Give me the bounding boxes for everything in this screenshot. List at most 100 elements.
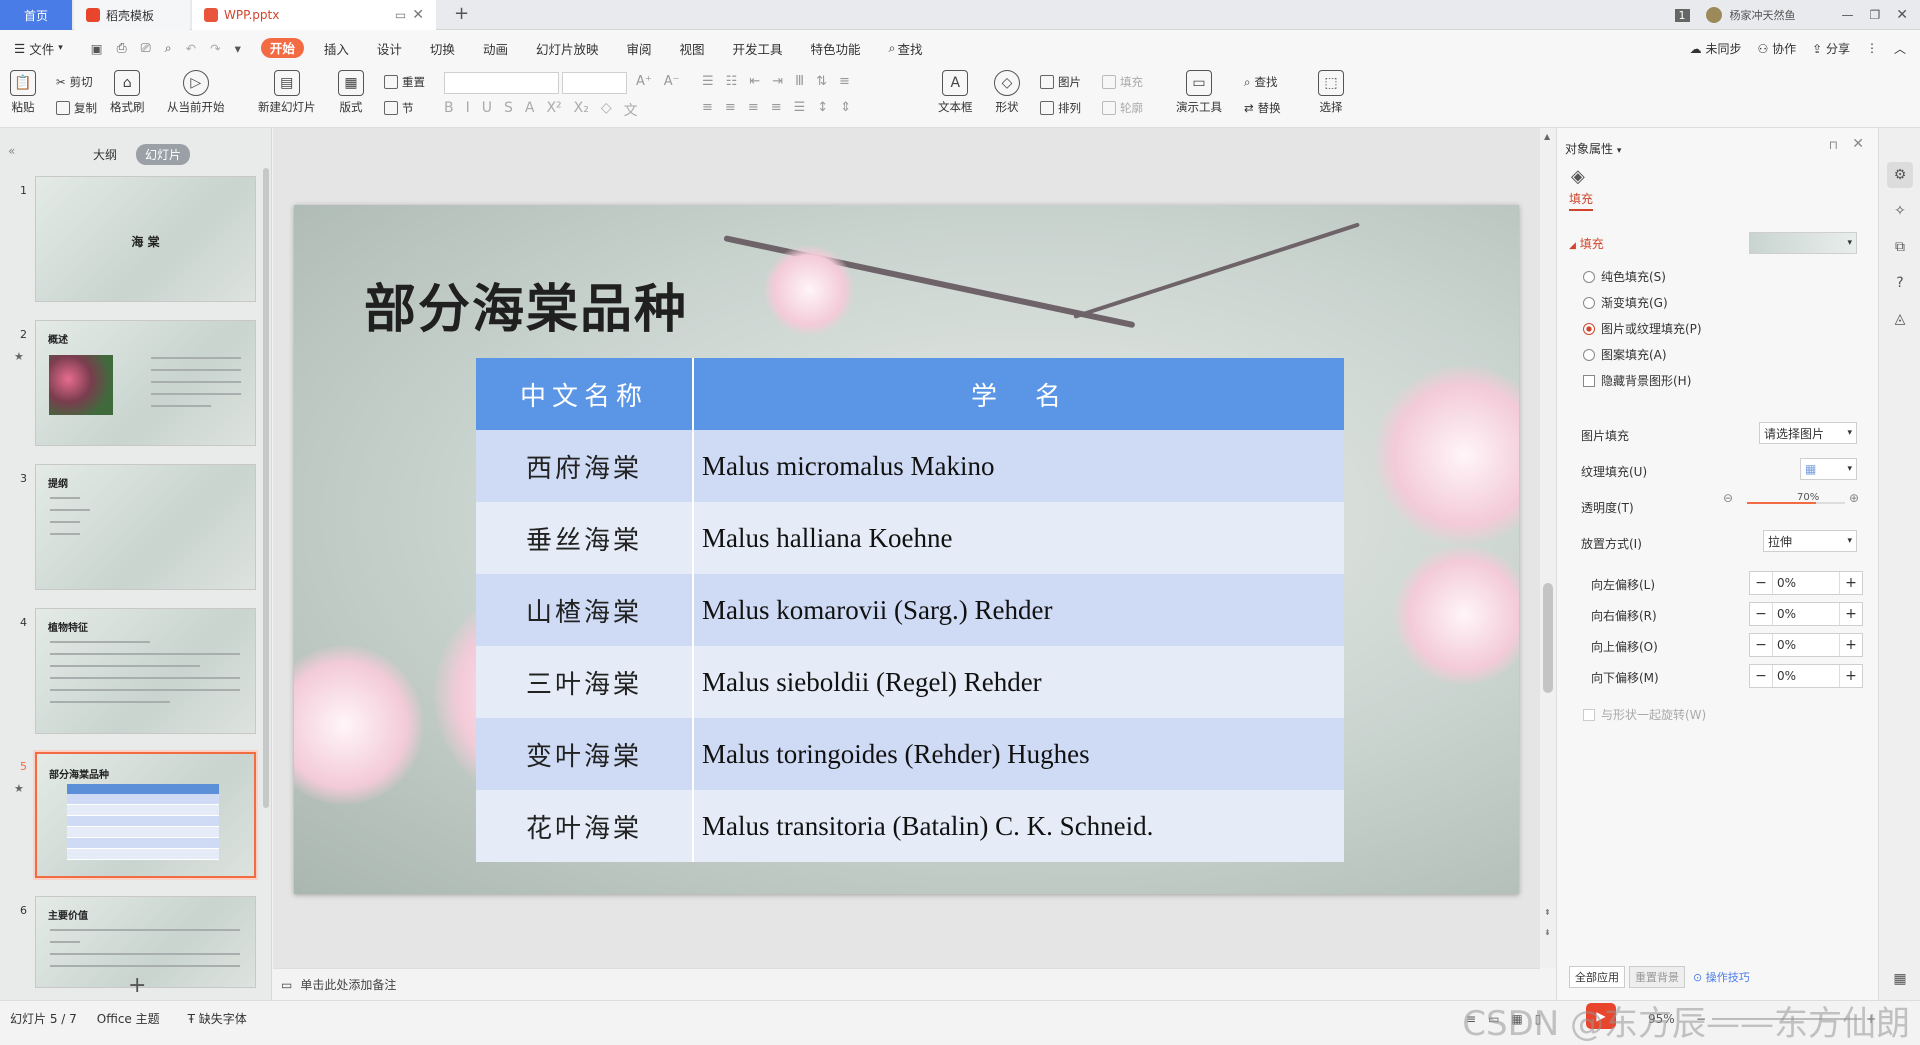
animation-icon[interactable]: ✧ bbox=[1887, 198, 1913, 224]
radio-picture-fill[interactable]: 图片或纹理填充(P) bbox=[1583, 320, 1702, 337]
offset-left-stepper[interactable]: −0% + bbox=[1749, 571, 1863, 595]
selection-pane-icon[interactable]: ⧉ bbox=[1887, 234, 1913, 260]
thumbnail-scrollbar[interactable] bbox=[263, 168, 269, 808]
char-spacing-icon[interactable]: 文 bbox=[624, 100, 638, 120]
picture-button[interactable]: 图片 bbox=[1040, 74, 1081, 90]
avatar[interactable] bbox=[1705, 7, 1722, 23]
para-spacing-icon[interactable]: ⇕ bbox=[840, 100, 851, 115]
align-text-icon[interactable]: ≡ bbox=[839, 74, 850, 89]
eraser-icon[interactable]: ◇ bbox=[601, 100, 612, 120]
columns-icon[interactable]: Ⅲ bbox=[795, 74, 804, 89]
rotate-with-shape-checkbox[interactable]: 与形状一起旋转(W) bbox=[1583, 706, 1706, 723]
tab-animation[interactable]: 动画 bbox=[469, 30, 522, 66]
select-button[interactable]: ⬚ 选择 bbox=[1318, 70, 1344, 115]
collapse-ribbon-icon[interactable]: ︿ bbox=[1894, 40, 1906, 57]
arrange-button[interactable]: 排列 bbox=[1040, 100, 1081, 116]
font-color-icon[interactable]: A bbox=[525, 100, 535, 120]
paste-button[interactable]: 📋 粘贴 bbox=[10, 70, 36, 115]
slide-scrollbar[interactable]: ▲ ⇞ ⇟ bbox=[1540, 128, 1556, 968]
slide-canvas[interactable]: 部分海棠品种 中文名称 学 名 西府海棠 Malus micromalus Mak… bbox=[294, 205, 1519, 894]
fill-preview-dropdown[interactable]: ▾ bbox=[1749, 232, 1857, 254]
cell-cn[interactable]: 三叶海棠 bbox=[476, 646, 694, 718]
radio-gradient-fill[interactable]: 渐变填充(G) bbox=[1583, 294, 1668, 311]
section-button[interactable]: 节 bbox=[384, 100, 414, 116]
cut-button[interactable]: ✂ 剪切 bbox=[56, 74, 93, 90]
texture-dropdown[interactable]: ▦ ▾ bbox=[1800, 458, 1857, 480]
tab-developer[interactable]: 开发工具 bbox=[719, 30, 797, 66]
new-slide-button[interactable]: ▤ 新建幻灯片 bbox=[258, 70, 316, 115]
minus-icon[interactable]: − bbox=[1750, 606, 1772, 622]
decrease-indent-icon[interactable]: ⇤ bbox=[749, 74, 760, 89]
offset-right-stepper[interactable]: −0% + bbox=[1749, 602, 1863, 626]
slide-thumbnail-1[interactable]: 海 棠 bbox=[35, 176, 256, 302]
header-sci[interactable]: 学 名 bbox=[693, 358, 1344, 430]
font-size-select[interactable] bbox=[562, 72, 627, 94]
minimize-icon[interactable]: — bbox=[1842, 8, 1854, 22]
line-spacing-icon[interactable]: ↕ bbox=[817, 100, 828, 115]
tab-outline[interactable]: 大纲 bbox=[84, 144, 126, 165]
tab-insert[interactable]: 插入 bbox=[310, 30, 363, 66]
placement-dropdown[interactable]: 拉伸 ▾ bbox=[1763, 530, 1857, 552]
tab-review[interactable]: 审阅 bbox=[612, 30, 665, 66]
distribute-icon[interactable]: ☰ bbox=[794, 100, 806, 115]
present-tools-button[interactable]: ▭ 演示工具 bbox=[1176, 70, 1222, 115]
minus-icon[interactable]: − bbox=[1750, 575, 1772, 591]
cell-sci[interactable]: Malus toringoides (Rehder) Hughes bbox=[693, 718, 1344, 790]
transparency-minus-icon[interactable]: ⊖ bbox=[1723, 491, 1733, 505]
slide-thumbnail-2[interactable]: 概述 bbox=[35, 320, 256, 446]
shrink-font-icon[interactable]: A⁻ bbox=[664, 74, 680, 89]
tab-home[interactable]: 首页 bbox=[0, 0, 72, 30]
slide-counter[interactable]: 幻灯片 5 / 7 bbox=[10, 1010, 77, 1027]
offset-up-stepper[interactable]: −0% + bbox=[1749, 633, 1863, 657]
outline-button[interactable]: 轮廓 bbox=[1102, 100, 1143, 116]
close-tab-icon[interactable]: ✕ bbox=[412, 7, 424, 23]
grow-font-icon[interactable]: A⁺ bbox=[636, 74, 652, 89]
share-button[interactable]: ⇪ 分享 bbox=[1812, 40, 1850, 57]
numbered-list-icon[interactable]: ☷ bbox=[726, 74, 738, 89]
search-menu[interactable]: ⌕ 查找 bbox=[875, 30, 937, 66]
radio-solid-fill[interactable]: 纯色填充(S) bbox=[1583, 268, 1666, 285]
tab-file[interactable]: WPP.pptx ▭ ✕ bbox=[192, 0, 436, 30]
tab-slideshow[interactable]: 幻灯片放映 bbox=[522, 30, 613, 66]
header-cn[interactable]: 中文名称 bbox=[476, 358, 694, 430]
cell-cn[interactable]: 花叶海棠 bbox=[476, 790, 694, 862]
offset-down-stepper[interactable]: −0% + bbox=[1749, 664, 1863, 688]
scroll-next-icon[interactable]: ⇟ bbox=[1544, 928, 1551, 937]
close-window-icon[interactable]: ✕ bbox=[1896, 7, 1908, 23]
tips-link[interactable]: ⊙ 操作技巧 bbox=[1693, 969, 1750, 985]
tab-slides[interactable]: 幻灯片 bbox=[136, 144, 191, 165]
more-icon[interactable]: ▾ bbox=[235, 41, 241, 56]
lock-icon[interactable]: ⊓ bbox=[1829, 138, 1838, 152]
align-right-icon[interactable]: ≡ bbox=[748, 100, 759, 115]
species-table[interactable]: 中文名称 学 名 西府海棠 Malus micromalus Makino 垂丝海… bbox=[476, 358, 1344, 862]
username[interactable]: 杨家冲天然鱼 bbox=[1730, 7, 1796, 23]
offset-down-value[interactable]: 0% bbox=[1772, 665, 1840, 687]
text-direction-icon[interactable]: ⇅ bbox=[816, 74, 827, 89]
grid-icon[interactable]: ▦ bbox=[1887, 966, 1913, 992]
pin-icon[interactable]: ▭ bbox=[395, 8, 406, 22]
save-icon[interactable]: ▣ bbox=[91, 41, 103, 56]
cell-cn[interactable]: 山楂海棠 bbox=[476, 574, 694, 646]
cell-cn[interactable]: 西府海棠 bbox=[476, 430, 694, 502]
print-icon[interactable]: ⎚ bbox=[141, 40, 151, 56]
properties-icon[interactable]: ⚙ bbox=[1887, 162, 1913, 188]
missing-font-button[interactable]: Ŧ 缺失字体 bbox=[188, 1010, 247, 1027]
reset-button[interactable]: 重置 bbox=[384, 74, 425, 90]
tab-design[interactable]: 设计 bbox=[363, 30, 416, 66]
collab-button[interactable]: ⚇ 协作 bbox=[1757, 40, 1796, 57]
scroll-up-icon[interactable]: ▲ bbox=[1544, 132, 1550, 141]
theme-name[interactable]: Office 主题 bbox=[97, 1010, 160, 1027]
layers-icon[interactable]: ◬ bbox=[1887, 306, 1913, 332]
cell-sci[interactable]: Malus komarovii (Sarg.) Rehder bbox=[693, 574, 1344, 646]
preview-icon[interactable]: ⌕ bbox=[165, 40, 172, 56]
justify-icon[interactable]: ≡ bbox=[771, 100, 782, 115]
tab-fill[interactable]: 填充 bbox=[1569, 190, 1594, 211]
close-panel-icon[interactable]: ✕ bbox=[1852, 136, 1864, 152]
italic-icon[interactable]: I bbox=[466, 100, 470, 120]
sync-status[interactable]: ☁ 未同步 bbox=[1690, 40, 1742, 57]
redo-icon[interactable]: ↷ bbox=[210, 41, 220, 56]
transparency-slider-track[interactable] bbox=[1747, 502, 1845, 504]
align-left-icon[interactable]: ≡ bbox=[702, 100, 713, 115]
tab-templates[interactable]: 稻壳模板 bbox=[74, 0, 190, 30]
minus-icon[interactable]: − bbox=[1750, 637, 1772, 653]
